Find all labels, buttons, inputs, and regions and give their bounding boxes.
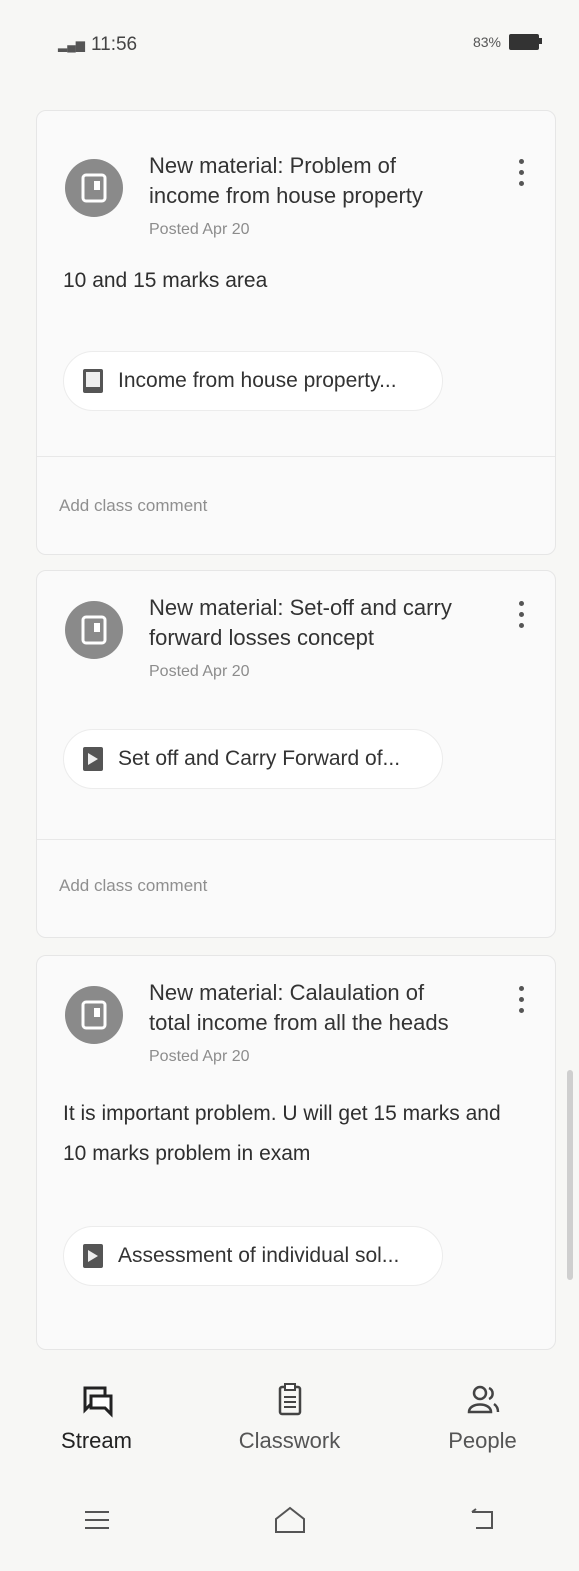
stream-icon (83, 1386, 112, 1418)
attachment-chip[interactable]: Set off and Carry Forward of... (63, 729, 443, 789)
post-date: Posted Apr 20 (149, 221, 250, 238)
status-right: 83% (472, 34, 542, 50)
post-title-text: New material: Problem of income from hou… (149, 153, 423, 208)
attachment-chip[interactable]: Income from house property... (63, 351, 443, 411)
tab-classwork-label: Classwork (238, 1428, 341, 1453)
tab-people-label: People (448, 1428, 517, 1453)
post-description: 10 and 15 marks area (63, 269, 268, 292)
signal-icon: ▂▄▆ (58, 38, 85, 52)
post-title-text: New material: Set-off and carry forward … (149, 595, 452, 650)
post-title: New material: Calaulation of total incom… (149, 978, 469, 1072)
material-avatar-icon (65, 601, 123, 659)
status-time: 11:56 (90, 34, 138, 55)
more-options-icon[interactable] (509, 601, 533, 641)
battery-percent: 83% (472, 34, 501, 50)
scrollbar[interactable] (567, 1070, 573, 1280)
more-options-icon[interactable] (509, 159, 533, 199)
slides-icon (83, 1244, 103, 1268)
tab-stream-label: Stream (61, 1428, 132, 1453)
add-comment[interactable]: Add class comment (59, 496, 207, 516)
battery-icon (509, 34, 542, 50)
divider (37, 456, 555, 457)
divider (37, 839, 555, 840)
post-date: Posted Apr 20 (149, 1048, 250, 1065)
material-avatar-icon (65, 159, 123, 217)
status-bar: ▂▄▆ 11:56 83% (0, 0, 579, 95)
system-nav (0, 1490, 579, 1550)
bottom-nav: Stream Classwork People (0, 1370, 579, 1480)
material-avatar-icon (65, 986, 123, 1044)
status-left: ▂▄▆ 11:56 (58, 34, 137, 56)
slides-icon (83, 747, 103, 771)
attachment-chip[interactable]: Assessment of individual sol... (63, 1226, 443, 1286)
post-description: It is important problem. U will get 15 m… (63, 1102, 501, 1165)
post-title: New material: Set-off and carry forward … (149, 593, 469, 687)
post-title-text: New material: Calaulation of total incom… (149, 980, 449, 1035)
more-options-icon[interactable] (509, 986, 533, 1026)
attachment-label: Set off and Carry Forward of... (118, 747, 401, 770)
add-comment[interactable]: Add class comment (59, 876, 207, 896)
tab-stream[interactable]: Stream (0, 1370, 193, 1480)
home-icon[interactable] (270, 1500, 310, 1540)
post-title: New material: Problem of income from hou… (149, 151, 469, 245)
people-icon (467, 1385, 499, 1414)
post-card[interactable]: New material: Calaulation of total incom… (36, 955, 556, 1350)
attachment-label: Assessment of individual sol... (118, 1244, 400, 1267)
back-icon[interactable] (463, 1500, 503, 1540)
document-icon (83, 369, 103, 393)
menu-icon[interactable] (77, 1500, 117, 1540)
tab-classwork[interactable]: Classwork (193, 1370, 386, 1480)
attachment-label: Income from house property... (118, 369, 397, 392)
post-date: Posted Apr 20 (149, 663, 250, 680)
classwork-icon (278, 1383, 301, 1416)
tab-people[interactable]: People (386, 1370, 579, 1480)
post-card[interactable]: New material: Set-off and carry forward … (36, 570, 556, 938)
post-card[interactable]: New material: Problem of income from hou… (36, 110, 556, 555)
